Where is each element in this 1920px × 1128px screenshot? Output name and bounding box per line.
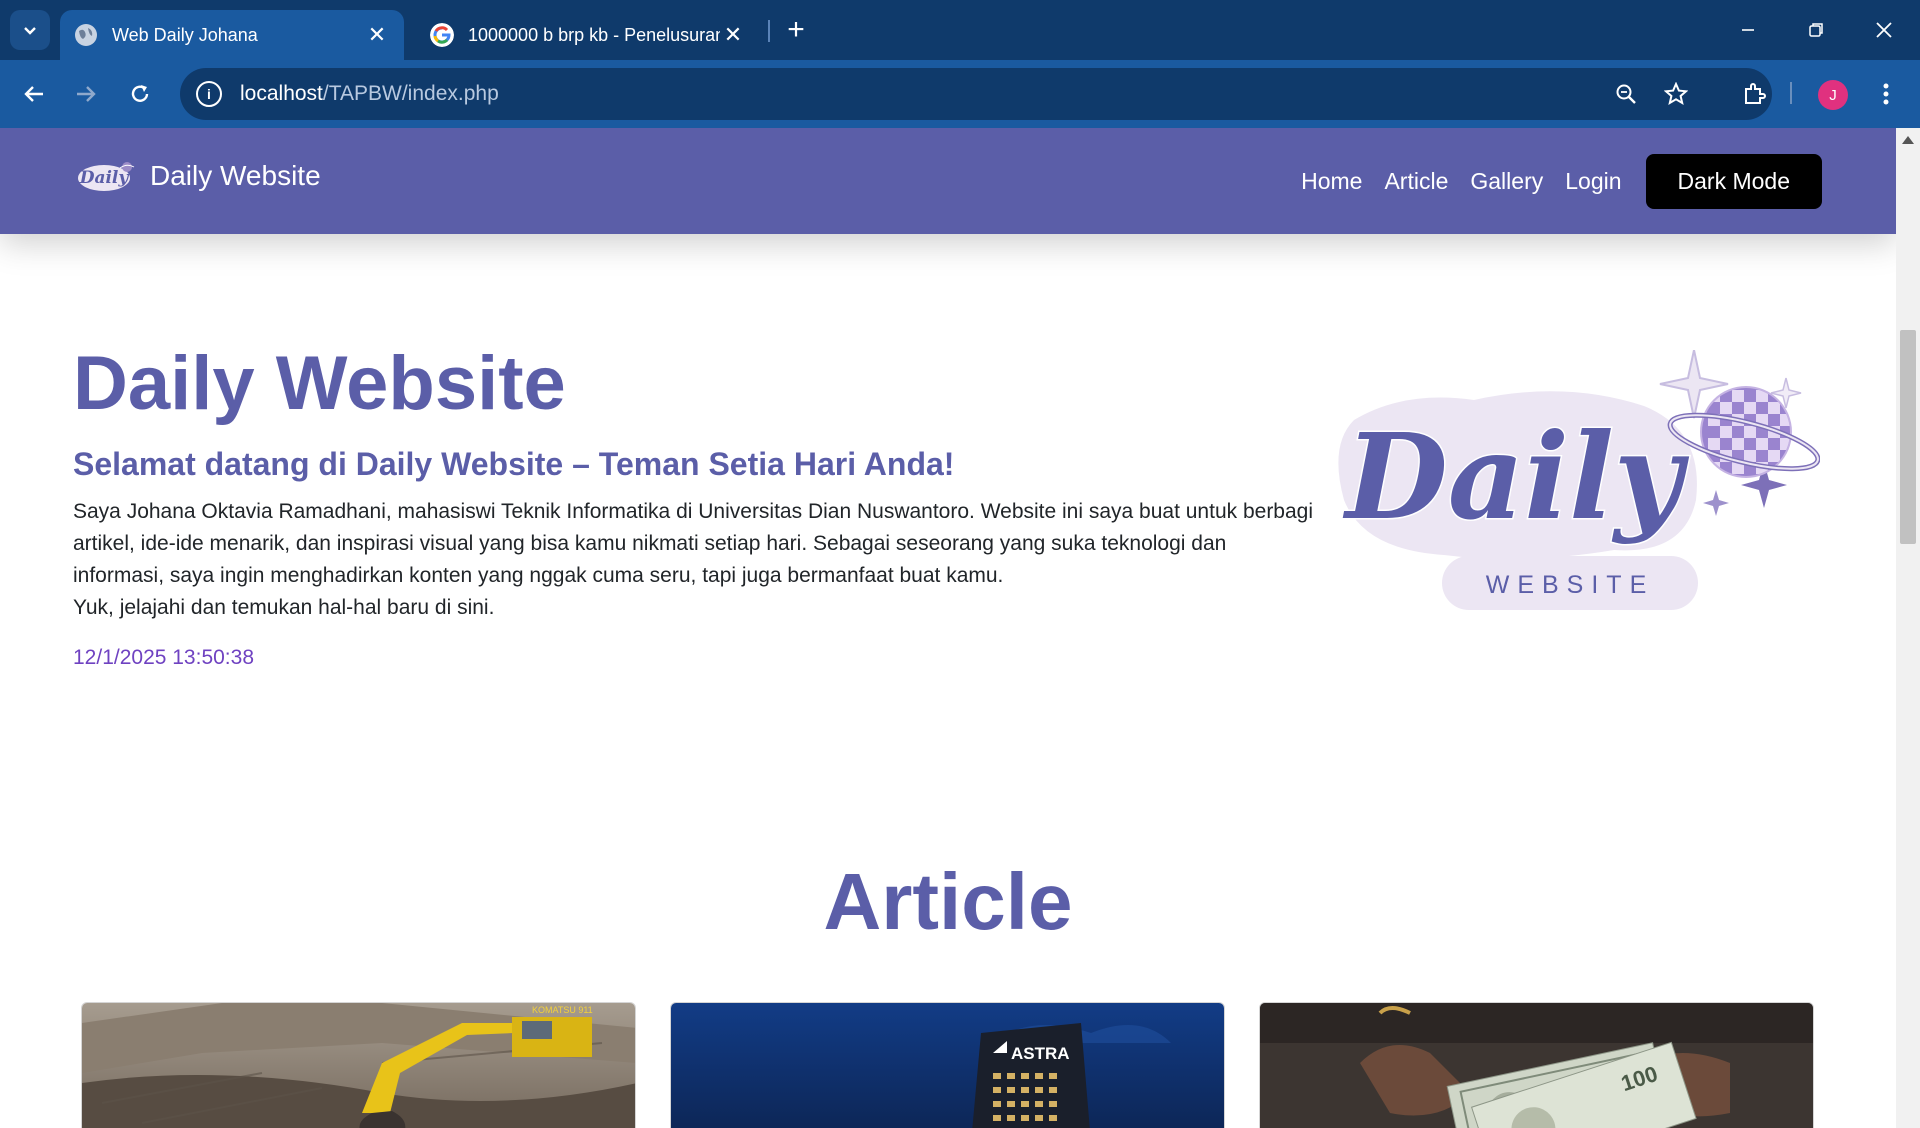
tab-google-search[interactable]: 1000000 b brp kb - Penelusuran ✕ <box>416 10 760 60</box>
page-scrollbar[interactable] <box>1896 128 1920 1128</box>
astra-sign-text: ASTRA <box>1011 1044 1070 1063</box>
article-card[interactable]: ASTRA <box>670 1002 1225 1128</box>
chevron-down-icon <box>24 27 36 35</box>
daily-website-logo: Daily WEBSITE <box>1338 350 1820 610</box>
nav-home-link[interactable]: Home <box>1301 168 1362 195</box>
hero-paragraph-2: Yuk, jelajahi dan temukan hal-hal baru d… <box>73 596 495 619</box>
restore-icon[interactable] <box>1782 0 1850 60</box>
hero-paragraph: Saya Johana Oktavia Ramadhani, mahasiswi… <box>73 500 1314 587</box>
extensions-icon[interactable] <box>1734 74 1774 114</box>
svg-text:KOMATSU 911: KOMATSU 911 <box>532 1005 593 1015</box>
dollar-bills-hands-image: 100 100 <box>1260 1003 1813 1128</box>
tab-title: 1000000 b brp kb - Penelusuran <box>468 24 720 45</box>
brand[interactable]: Daily Daily Website <box>76 158 321 194</box>
site-navbar: Daily Daily Website Home Article Gallery… <box>0 128 1896 234</box>
article-section-title: Article <box>823 857 1073 946</box>
hero-description: Saya Johana Oktavia Ramadhani, mahasiswi… <box>73 496 1313 624</box>
nav-links: Home Article Gallery Login Dark Mode <box>1279 154 1822 209</box>
scroll-up-arrow-icon[interactable] <box>1902 136 1914 144</box>
article-card[interactable]: KOMATSU 911 <box>81 1002 636 1128</box>
site-info-icon[interactable]: i <box>196 81 222 107</box>
tab-search-button[interactable] <box>10 10 50 50</box>
browser-toolbar: i localhost/TAPBW/index.php J <box>0 60 1920 128</box>
logo-tag-text: WEBSITE <box>1486 571 1655 599</box>
close-tab-icon[interactable]: ✕ <box>720 22 746 48</box>
logo-word-text: Daily <box>1342 407 1689 546</box>
bookmark-star-icon[interactable] <box>1662 80 1690 108</box>
page-viewport: Daily Daily Website Home Article Gallery… <box>0 128 1896 1128</box>
brand-logo-icon: Daily <box>78 162 135 191</box>
close-tab-icon[interactable]: ✕ <box>364 22 390 48</box>
new-tab-icon[interactable]: + <box>780 13 812 46</box>
nav-gallery-link[interactable]: Gallery <box>1470 168 1543 195</box>
hero-subtitle: Selamat datang di Daily Website – Teman … <box>73 446 955 482</box>
tab-separator <box>768 20 770 42</box>
hero-title: Daily Website <box>73 341 566 426</box>
back-arrow-icon[interactable] <box>14 74 54 114</box>
tab-title: Web Daily Johana <box>112 24 258 45</box>
nav-article-link[interactable]: Article <box>1384 168 1448 195</box>
google-icon <box>430 23 454 47</box>
hero-datetime: 12/1/2025 13:50:38 <box>73 646 255 669</box>
zoom-icon[interactable] <box>1612 80 1640 108</box>
profile-avatar[interactable]: J <box>1818 80 1848 110</box>
scrollbar-thumb[interactable] <box>1900 330 1916 544</box>
menu-kebab-icon[interactable] <box>1866 74 1906 114</box>
svg-text:Daily: Daily <box>79 168 130 188</box>
dark-mode-button[interactable]: Dark Mode <box>1645 154 1822 209</box>
toolbar-separator <box>1790 82 1792 104</box>
reload-icon[interactable] <box>120 74 160 114</box>
globe-icon <box>75 24 97 46</box>
excavator-mining-image: KOMATSU 911 <box>82 1003 635 1128</box>
tab-web-daily-johana[interactable]: Web Daily Johana ✕ <box>60 10 404 60</box>
nav-login-link[interactable]: Login <box>1565 168 1621 195</box>
article-card[interactable]: 100 100 <box>1259 1002 1814 1128</box>
browser-tab-bar: Web Daily Johana ✕ 1000000 b brp kb - Pe… <box>0 0 1920 60</box>
minimize-icon[interactable] <box>1714 0 1782 60</box>
astra-building-night-image: ASTRA <box>671 1003 1224 1128</box>
address-bar[interactable]: i localhost/TAPBW/index.php <box>180 68 1772 120</box>
brand-name: Daily Website <box>150 160 321 191</box>
forward-arrow-icon[interactable] <box>66 74 106 114</box>
close-window-icon[interactable] <box>1850 0 1918 60</box>
url-text: localhost/TAPBW/index.php <box>240 82 499 105</box>
